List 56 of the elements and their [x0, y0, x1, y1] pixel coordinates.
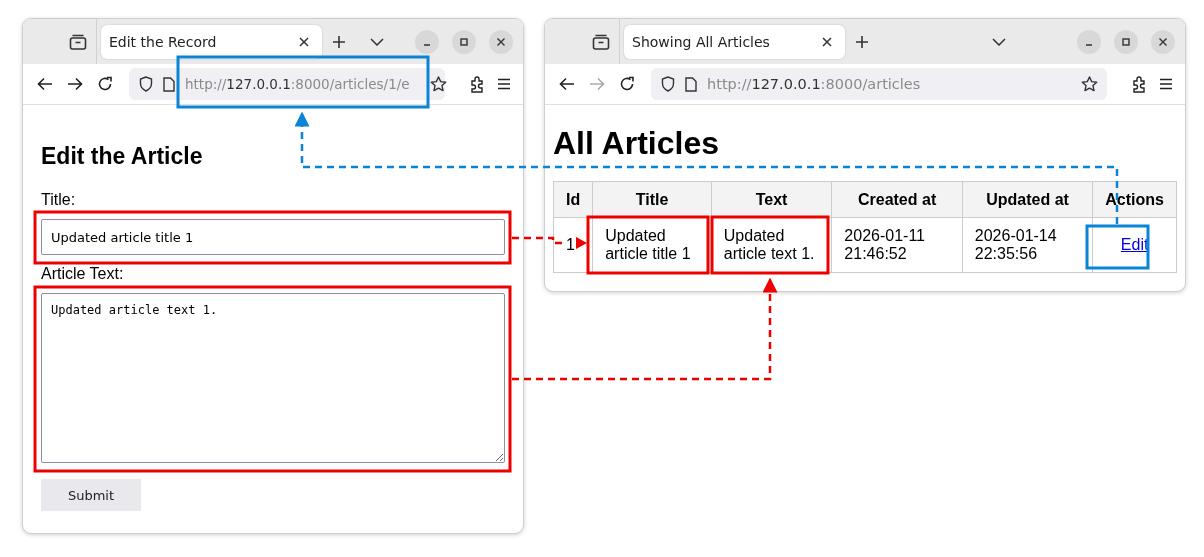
- maximize-icon: [1121, 36, 1131, 47]
- star-icon[interactable]: [429, 76, 447, 92]
- address-bar[interactable]: http://127.0.0.1:8000/articles/1/e: [129, 68, 445, 100]
- reload-icon[interactable]: [97, 76, 113, 92]
- back-icon[interactable]: [559, 77, 575, 91]
- new-tab-icon[interactable]: [855, 34, 869, 49]
- shield-icon[interactable]: [139, 76, 153, 92]
- column-header: Text: [711, 181, 832, 218]
- tab-manager-icon[interactable]: [69, 33, 87, 50]
- url-text: http://127.0.0.1:8000/articles: [707, 76, 921, 92]
- chevron-down-icon[interactable]: [370, 37, 384, 46]
- edit-link[interactable]: Edit: [1120, 236, 1149, 253]
- star-icon[interactable]: [1081, 76, 1098, 92]
- forward-icon[interactable]: [67, 77, 83, 91]
- address-bar[interactable]: http://127.0.0.1:8000/articles: [651, 68, 1107, 100]
- browser-tab[interactable]: Edit the Record: [101, 24, 322, 59]
- close-tab-icon[interactable]: [822, 36, 832, 47]
- field-label: Article Text:: [41, 265, 124, 283]
- table-cell: 2026-01-11 21:46:52: [831, 217, 963, 273]
- menu-icon[interactable]: [1159, 78, 1173, 90]
- table-cell: 2026-01-14 22:35:56: [962, 217, 1093, 273]
- column-header: Created at: [831, 181, 963, 218]
- back-icon[interactable]: [37, 77, 53, 91]
- close-tab-icon[interactable]: [299, 36, 309, 47]
- puzzle-icon[interactable]: [469, 75, 485, 93]
- text-area[interactable]: Updated article text 1.: [41, 293, 505, 463]
- url-text: http://127.0.0.1:8000/articles/1/e: [185, 76, 410, 92]
- maximize-button[interactable]: [452, 29, 476, 54]
- shield-icon[interactable]: [661, 76, 675, 92]
- minimize-icon: [423, 43, 431, 46]
- new-tab-icon[interactable]: [332, 34, 346, 49]
- menu-icon[interactable]: [497, 78, 511, 90]
- title-input[interactable]: Updated article title 1: [41, 219, 505, 255]
- highlight-frame: [1085, 224, 1150, 270]
- submit-button[interactable]: Submit: [41, 479, 141, 511]
- close-window-button[interactable]: [489, 29, 513, 54]
- page-heading: Edit the Article: [41, 143, 203, 170]
- tab-manager-icon[interactable]: [592, 33, 610, 50]
- chevron-down-icon[interactable]: [992, 37, 1006, 46]
- reload-icon[interactable]: [619, 76, 635, 92]
- page-icon: [685, 76, 697, 92]
- maximize-icon: [459, 36, 469, 47]
- column-header: Actions: [1092, 181, 1177, 218]
- column-header: Id: [553, 181, 593, 218]
- page-heading: All Articles: [553, 125, 720, 162]
- column-header: Title: [592, 181, 712, 218]
- field-label: Title:: [41, 191, 76, 209]
- page-icon: [163, 76, 175, 92]
- maximize-button[interactable]: [1114, 29, 1138, 54]
- puzzle-icon[interactable]: [1131, 75, 1147, 93]
- minimize-icon: [1085, 43, 1093, 46]
- close-window-button[interactable]: [1151, 29, 1175, 54]
- browser-tab[interactable]: Showing All Articles: [624, 24, 845, 59]
- close-icon: [1158, 36, 1168, 47]
- close-icon: [496, 36, 506, 47]
- column-header: Updated at: [962, 181, 1093, 218]
